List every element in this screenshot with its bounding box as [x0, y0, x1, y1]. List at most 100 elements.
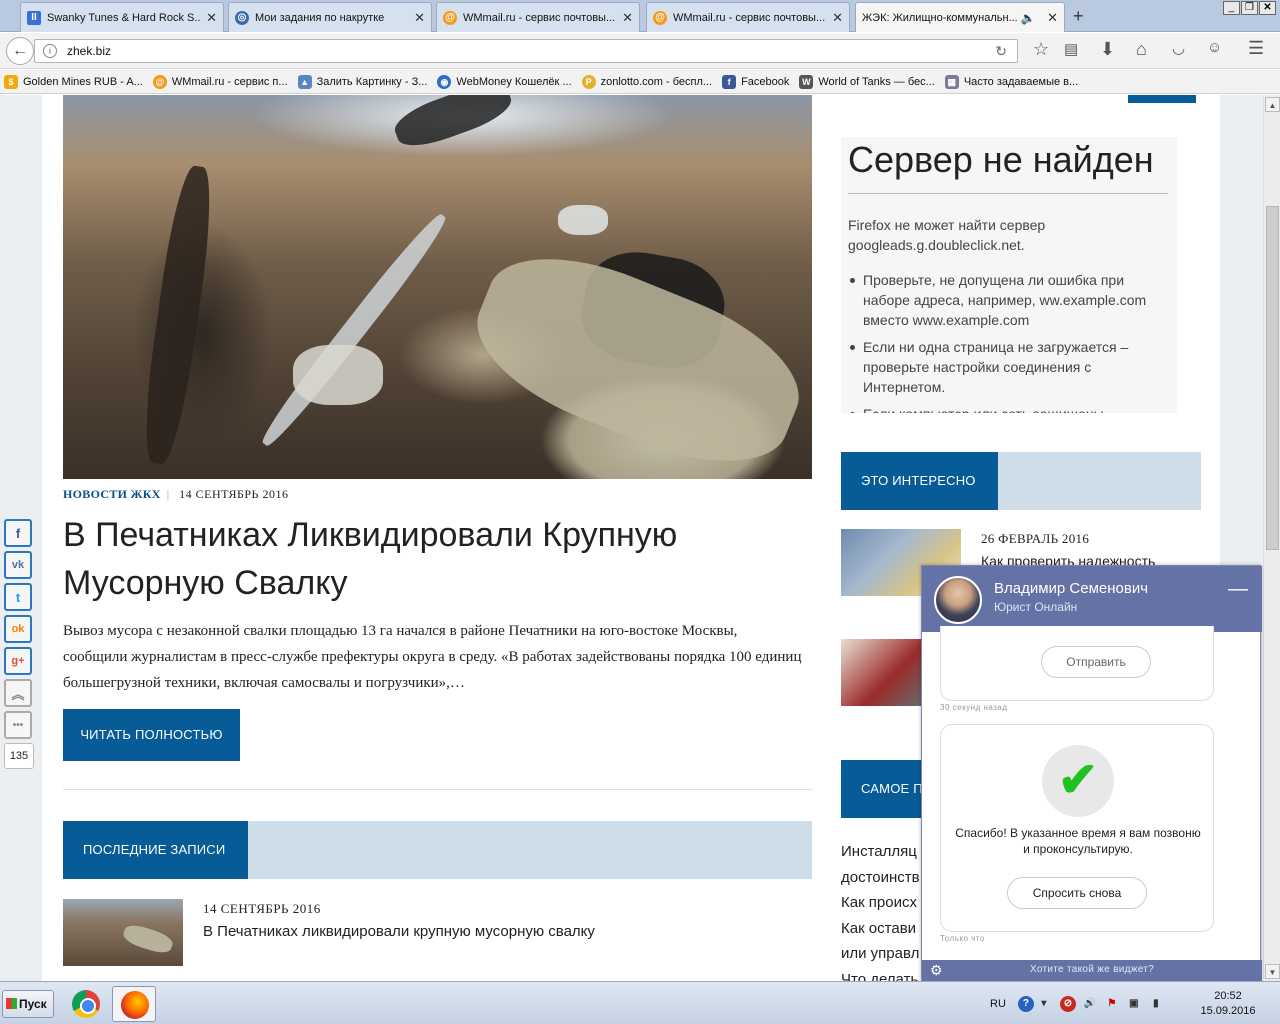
- popular-link[interactable]: Как остави: [841, 920, 916, 937]
- article-date: 14 СЕНТЯБРЬ 2016: [179, 487, 289, 501]
- facebook-icon[interactable]: f: [4, 519, 32, 547]
- network-icon[interactable]: ▣: [1126, 996, 1142, 1012]
- share-bar: f vk t ok g+ ︽ ••• 135: [4, 519, 34, 769]
- help-icon[interactable]: ?: [1017, 996, 1034, 1012]
- bookmark-webmoney[interactable]: ◉ WebMoney Кошелёк ...: [437, 74, 572, 89]
- error-title: Сервер не найден: [848, 139, 1154, 180]
- shield-icon: W: [799, 74, 814, 89]
- bookmark-label: zonlotto.com - беспл...: [600, 75, 713, 88]
- bookmark-golden-mines[interactable]: $ Golden Mines RUB - A...: [4, 74, 143, 89]
- more-icon[interactable]: •••: [4, 711, 32, 739]
- system-tray: RU ? ▾ ⊘ 🔊 ⚑ ▣ ▮: [990, 990, 1164, 1018]
- tab-label: WMmail.ru - сервис почтовы...: [463, 11, 616, 24]
- vk-icon[interactable]: vk: [4, 551, 32, 579]
- action-center-icon[interactable]: ⚑: [1104, 996, 1120, 1012]
- checkmark-icon: ✔: [1042, 745, 1114, 817]
- bookmark-label: WebMoney Кошелёк ...: [456, 75, 572, 88]
- tab-label: ЖЭК: Жилищно-коммунальн...: [862, 11, 1018, 24]
- reading-list-icon[interactable]: ▤: [1064, 40, 1078, 58]
- taskbar-firefox[interactable]: [112, 986, 156, 1022]
- chat-icon[interactable]: ☺: [1207, 39, 1222, 56]
- pocket-icon[interactable]: ◡: [1172, 39, 1185, 57]
- tab-tasks[interactable]: ◎ Мои задания по накрутке ✕: [228, 2, 432, 32]
- popular-link[interactable]: достоинств: [841, 869, 920, 886]
- url-bar[interactable]: i zhek.biz ↻: [34, 39, 1018, 63]
- volume-icon[interactable]: 🔊: [1082, 996, 1098, 1012]
- tray-expand-icon[interactable]: ▾: [1040, 996, 1048, 1012]
- vertical-scrollbar[interactable]: ▲ ▼: [1263, 95, 1280, 981]
- clock[interactable]: 20:52 15.09.2016: [1192, 989, 1264, 1019]
- widget-header[interactable]: Владимир Семенович Юрист Онлайн —: [922, 566, 1262, 632]
- tab-swanky-tunes[interactable]: II Swanky Tunes & Hard Rock S... ✕: [20, 2, 224, 32]
- article-hero-image[interactable]: [63, 95, 812, 479]
- bookmark-faq[interactable]: ▦ Часто задаваемые в...: [944, 74, 1079, 89]
- bookmark-icon: $: [4, 74, 18, 89]
- scroll-up-icon[interactable]: ︽: [4, 679, 32, 707]
- close-icon[interactable]: ✕: [206, 10, 217, 26]
- tab-wmmail-2[interactable]: @ WMmail.ru - сервис почтовы... ✕: [646, 2, 850, 32]
- popular-link[interactable]: Инсталляц: [841, 843, 917, 860]
- window-controls: _ ❐ ✕: [1222, 1, 1276, 15]
- download-icon[interactable]: ⬇: [1100, 39, 1115, 60]
- close-icon[interactable]: ✕: [414, 10, 425, 26]
- popular-link[interactable]: Что делать: [841, 971, 918, 981]
- circle-target-icon: ◎: [235, 10, 249, 25]
- bookmark-label: Часто задаваемые в...: [963, 75, 1079, 88]
- ask-again-button[interactable]: Спросить снова: [1007, 877, 1147, 909]
- popular-link[interactable]: или управл: [841, 945, 919, 962]
- close-icon[interactable]: ✕: [832, 10, 843, 26]
- minimize-button[interactable]: _: [1223, 1, 1240, 15]
- get-widget-link[interactable]: Хотите такой же виджет?: [922, 964, 1262, 975]
- read-more-button[interactable]: ЧИТАТЬ ПОЛНОСТЬЮ: [63, 709, 240, 761]
- bookmark-icon: P: [581, 74, 596, 89]
- language-indicator[interactable]: RU: [990, 998, 1006, 1010]
- confirmation-bubble: ✔ Спасибо! В указанное время я вам позво…: [940, 724, 1214, 932]
- bookmark-world-of-tanks[interactable]: W World of Tanks — бес...: [799, 74, 935, 89]
- interesting-title: ЭТО ИНТЕРЕСНО: [841, 452, 998, 510]
- battery-icon[interactable]: ▮: [1148, 996, 1164, 1012]
- maximize-button[interactable]: ❐: [1241, 1, 1258, 15]
- close-icon[interactable]: ✕: [1047, 10, 1058, 26]
- chrome-icon: [72, 990, 100, 1018]
- bookmark-zalit-kartinku[interactable]: ▲ Залить Картинку - З...: [297, 74, 427, 89]
- home-icon[interactable]: ⌂: [1136, 39, 1147, 60]
- new-tab-button[interactable]: +: [1073, 6, 1084, 27]
- menu-icon[interactable]: ☰: [1248, 38, 1264, 59]
- speaker-icon[interactable]: 🔈: [1021, 11, 1036, 25]
- google-plus-icon[interactable]: g+: [4, 647, 32, 675]
- facebook-icon: f: [722, 74, 737, 89]
- twitter-icon[interactable]: t: [4, 583, 32, 611]
- back-button[interactable]: ←: [6, 37, 34, 65]
- tab-wmmail-1[interactable]: @ WMmail.ru - сервис почтовы... ✕: [436, 2, 640, 32]
- latest-post-title[interactable]: В Печатниках ликвидировали крупную мусор…: [203, 923, 595, 940]
- info-icon[interactable]: i: [43, 44, 57, 58]
- bookmark-wmmail[interactable]: @ WMmail.ru - сервис п...: [152, 74, 288, 89]
- odnoklassniki-icon[interactable]: ok: [4, 615, 32, 643]
- article-category[interactable]: НОВОСТИ ЖКХ: [63, 487, 161, 501]
- firefox-icon: [121, 991, 149, 1019]
- scroll-thumb[interactable]: [1266, 206, 1279, 550]
- star-icon[interactable]: ☆: [1033, 39, 1049, 60]
- reload-icon[interactable]: ↻: [995, 43, 1007, 60]
- tab-zhek[interactable]: ЖЭК: Жилищно-коммунальн... 🔈 ✕: [855, 2, 1065, 32]
- popular-link[interactable]: Как происх: [841, 894, 917, 911]
- divider: [63, 789, 812, 790]
- bookmark-facebook[interactable]: f Facebook: [722, 74, 789, 89]
- antivirus-icon[interactable]: ⊘: [1059, 996, 1076, 1012]
- bookmark-zonlotto[interactable]: Pzonlotto.com - беспл...: [581, 74, 713, 89]
- bookmarks-bar: $ Golden Mines RUB - A... @ WMmail.ru - се…: [0, 70, 1280, 94]
- latest-posts-header: ПОСЛЕДНИЕ ЗАПИСИ: [63, 821, 812, 879]
- sidebar-top-button[interactable]: [1128, 95, 1196, 103]
- taskbar-chrome[interactable]: [64, 986, 108, 1022]
- scroll-up-arrow[interactable]: ▲: [1265, 97, 1280, 112]
- latest-post-thumbnail[interactable]: [63, 899, 183, 966]
- send-button[interactable]: Отправить: [1041, 646, 1151, 678]
- start-button[interactable]: Пуск: [2, 990, 54, 1018]
- scroll-down-arrow[interactable]: ▼: [1265, 964, 1280, 979]
- close-icon[interactable]: ✕: [622, 10, 633, 26]
- minimize-icon[interactable]: —: [1228, 578, 1248, 601]
- close-window-button[interactable]: ✕: [1259, 1, 1276, 15]
- interesting-thumbnail-2[interactable]: [841, 639, 921, 706]
- bookmark-icon: ▦: [944, 74, 959, 89]
- article-title[interactable]: В Печатниках Ликвидировали Крупную Мусор…: [63, 511, 803, 607]
